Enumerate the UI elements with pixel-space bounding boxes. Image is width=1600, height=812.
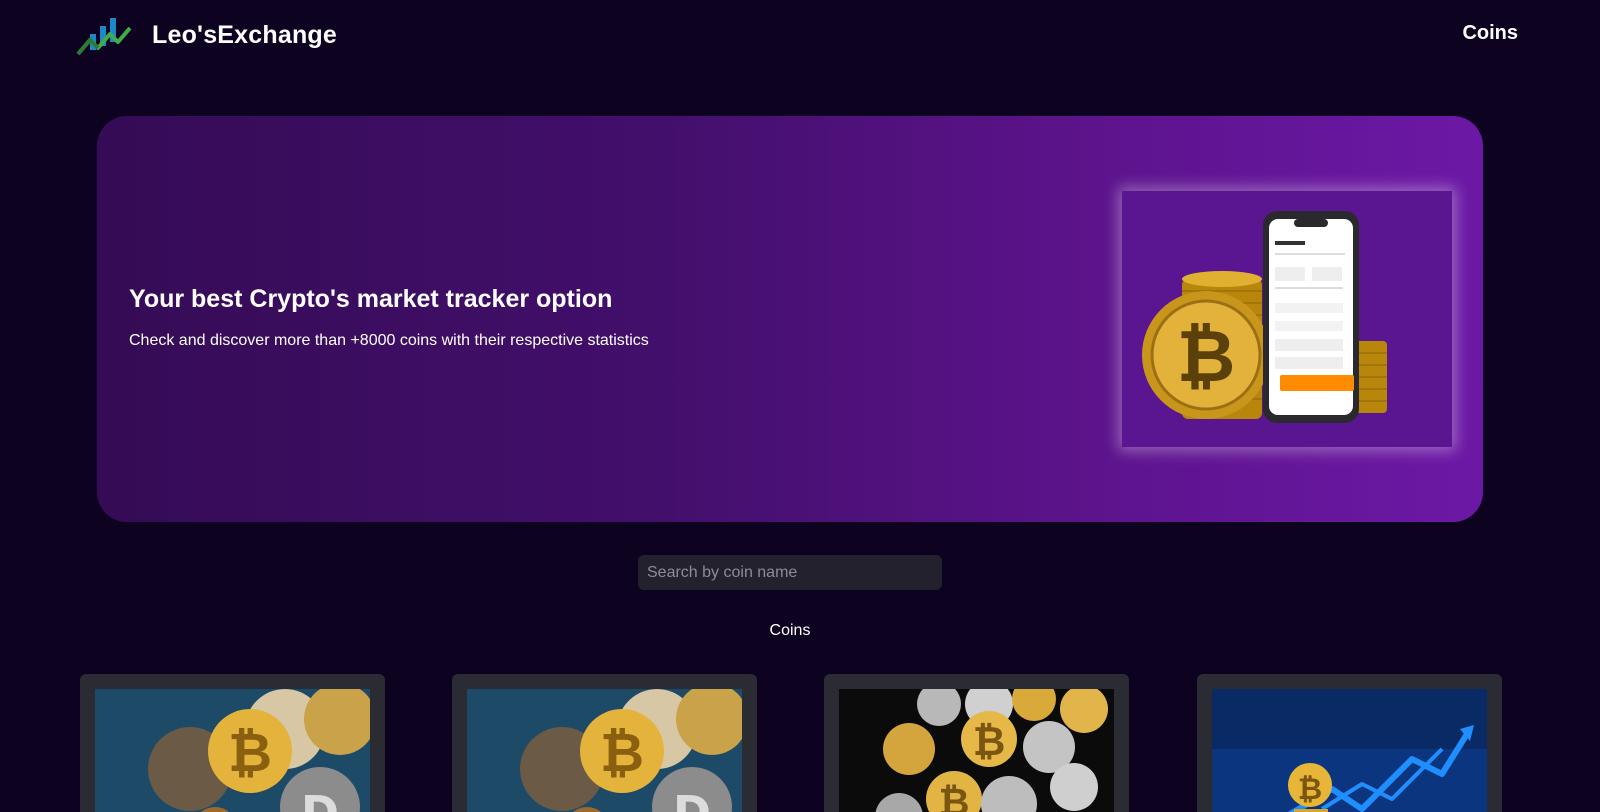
coin-card[interactable]: ₿ ₿ (824, 674, 1129, 812)
chart-growth-logo-icon (76, 18, 132, 56)
svg-text:₿: ₿ (973, 719, 1006, 765)
hero-image: ₿ (1122, 191, 1452, 447)
header: Leo'sExchange Coins (0, 0, 1600, 70)
svg-text:₿: ₿ (600, 721, 644, 784)
search-input[interactable] (638, 555, 942, 590)
svg-text:₿: ₿ (1298, 772, 1322, 807)
coin-card-image: ₿ D (467, 689, 742, 812)
coin-card-image: ₿ D (95, 689, 370, 812)
svg-text:₿: ₿ (939, 780, 970, 812)
hero-subtitle: Check and discover more than +8000 coins… (129, 332, 649, 349)
hero-banner: Your best Crypto's market tracker option… (97, 116, 1483, 522)
brand-link[interactable]: Leo'sExchange (76, 14, 337, 56)
coin-card[interactable]: ₿ D (80, 674, 385, 812)
svg-text:₿: ₿ (1177, 314, 1236, 398)
coins-section-title: Coins (769, 622, 811, 639)
bitcoin-phone-illustration: ₿ (1142, 211, 1387, 423)
coin-card-image: ₿ ₿ (839, 689, 1114, 812)
hero-title: Your best Crypto's market tracker option (129, 285, 613, 313)
svg-text:₿: ₿ (228, 721, 272, 784)
brand-name: Leo'sExchange (152, 20, 337, 49)
svg-text:D: D (301, 786, 339, 812)
coin-card[interactable]: ₿ D (452, 674, 757, 812)
nav-coins-link[interactable]: Coins (1462, 22, 1518, 45)
coin-card-image: ₿ (1212, 689, 1487, 812)
svg-text:D: D (673, 786, 711, 812)
coin-card[interactable]: ₿ (1197, 674, 1502, 812)
